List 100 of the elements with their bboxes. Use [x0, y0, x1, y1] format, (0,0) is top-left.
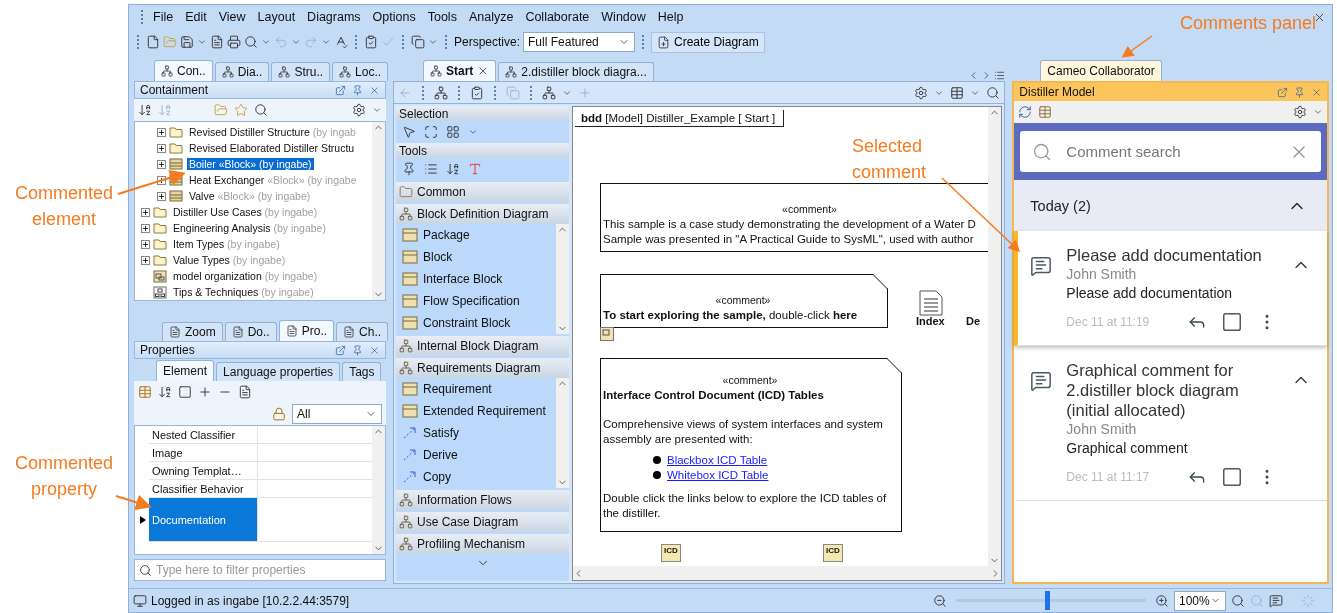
palette-item[interactable]: Extended Requirement	[396, 400, 556, 422]
dropdown-caret-icon[interactable]	[468, 127, 478, 137]
tab-list-icon[interactable]	[994, 70, 1006, 81]
menu-item[interactable]: Diagrams	[301, 7, 367, 27]
expand-icon[interactable]	[141, 223, 150, 233]
resolve-checkbox[interactable]	[1221, 466, 1243, 488]
validate-icon[interactable]	[470, 85, 484, 100]
comment-card[interactable]: Graphical comment for 2.distiller block diagram (initial allocated) John Smith Graphical comment Dec 11 at 11:17	[1014, 346, 1327, 501]
palette-item[interactable]: Satisfy	[396, 422, 556, 444]
tree-icon[interactable]	[161, 65, 173, 77]
tree-item[interactable]: model organization (by ingabe)	[171, 270, 320, 282]
properties-tab[interactable]: Language properties	[216, 362, 341, 381]
menu-item[interactable]: Layout	[251, 7, 302, 27]
search-icon[interactable]	[986, 85, 1001, 100]
stamp-tool-icon[interactable]	[402, 162, 416, 176]
dropdown-caret-icon[interactable]	[372, 105, 382, 115]
pointer-tool-icon[interactable]	[402, 125, 416, 139]
palette-item[interactable]: Copy	[396, 466, 556, 488]
copy-icon[interactable]	[411, 35, 425, 49]
float-icon[interactable]	[335, 344, 346, 356]
tree-item[interactable]: Boiler «Block» (by ingabe)	[187, 158, 314, 170]
document-icon[interactable]	[285, 325, 298, 337]
palette-group-header[interactable]: Profiling Mechanism	[396, 534, 569, 554]
expand-icon[interactable]	[157, 191, 166, 201]
menu-item[interactable]: View	[212, 7, 252, 27]
text-tool-icon[interactable]	[468, 162, 482, 176]
perspective-select[interactable]: Full Featured	[523, 32, 636, 52]
tree-item[interactable]: Valve «Block» (by ingabe)	[187, 190, 313, 202]
close-icon[interactable]	[369, 84, 380, 96]
table-link[interactable]: Blackbox ICD Table	[667, 453, 768, 468]
expand-icon[interactable]	[157, 159, 166, 169]
sort-icon[interactable]	[158, 385, 172, 399]
search-icon[interactable]	[254, 103, 268, 117]
tree-item[interactable]: Item Types (by ingabe)	[171, 238, 282, 250]
panel-tab[interactable]: Do..	[224, 322, 277, 341]
scrollbar[interactable]	[372, 122, 385, 300]
collapse-icon[interactable]	[138, 103, 152, 117]
close-icon[interactable]	[369, 344, 380, 356]
new-diagram-icon[interactable]	[657, 35, 671, 49]
expand-all-icon[interactable]	[158, 103, 172, 117]
menu-item[interactable]: Edit	[179, 7, 213, 27]
float-icon[interactable]	[1277, 86, 1288, 98]
palette-item[interactable]: Block	[396, 246, 556, 268]
panel-tab[interactable]: Zoom	[162, 322, 223, 341]
tree-item[interactable]: Heat Exchanger «Block» (by ingabe	[187, 174, 359, 186]
panel-tab[interactable]: Stru..	[271, 62, 331, 81]
panel-tab[interactable]: Cameo Collaborator	[1040, 60, 1162, 81]
document-icon[interactable]	[210, 35, 224, 49]
comment-note[interactable]: «comment» To start exploring the sample, double-click here	[600, 274, 888, 328]
zoom-select[interactable]: 100%	[1174, 590, 1226, 611]
menu-item[interactable]: Options	[366, 7, 422, 27]
find-icon[interactable]	[244, 35, 258, 49]
editor-tab[interactable]: 2.distiller block diagra...	[498, 62, 654, 81]
spell-check-icon[interactable]	[334, 35, 348, 49]
expand-icon[interactable]	[141, 255, 150, 265]
editor-tab[interactable]: Start	[423, 60, 497, 81]
menu-item[interactable]: Analyze	[462, 7, 520, 27]
comment-search-field[interactable]: Comment search	[1020, 131, 1321, 172]
tree-item[interactable]: Distiller Use Cases (by ingabe)	[171, 206, 320, 218]
panel-tab[interactable]: Dia..	[214, 62, 270, 81]
expand-icon[interactable]	[141, 239, 150, 249]
document-icon[interactable]	[231, 326, 244, 338]
filter-select[interactable]: All	[292, 404, 382, 424]
layout-icon[interactable]	[542, 85, 556, 100]
properties-tab[interactable]: Element	[156, 360, 215, 381]
palette-group-header[interactable]: Common	[396, 182, 569, 202]
palette-group-header[interactable]: Information Flows	[396, 490, 569, 510]
close-icon[interactable]	[1311, 86, 1322, 98]
refresh-icon[interactable]	[1018, 105, 1033, 119]
align-tool-icon[interactable]	[446, 162, 460, 176]
dropdown-caret-icon[interactable]	[261, 37, 271, 47]
validate-icon[interactable]	[364, 35, 378, 49]
grid-select-icon[interactable]	[446, 125, 460, 139]
palette-item[interactable]: Derive	[396, 444, 556, 466]
browser-icon[interactable]	[434, 85, 448, 100]
palette-item[interactable]: Requirement	[396, 378, 556, 400]
pin-icon[interactable]	[352, 344, 363, 356]
dropdown-caret-icon[interactable]	[1313, 107, 1323, 117]
palette-group-header[interactable]: Internal Block Diagram	[396, 336, 569, 356]
menu-item[interactable]: Help	[651, 7, 690, 27]
palette-item[interactable]: Interface Block	[396, 268, 556, 290]
layout-icon[interactable]	[1038, 105, 1053, 119]
notes-icon[interactable]	[238, 385, 252, 399]
check-icon[interactable]	[381, 35, 395, 49]
palette-item[interactable]: Package	[396, 224, 556, 246]
palette-item[interactable]: Constraint Block	[396, 312, 556, 334]
expand-icon[interactable]	[157, 175, 166, 185]
create-diagram-button[interactable]: Create Diagram	[651, 31, 765, 53]
resolve-checkbox[interactable]	[1221, 311, 1243, 333]
tree-icon[interactable]	[221, 66, 234, 78]
scrollbar[interactable]	[372, 426, 385, 554]
zoom-in-icon[interactable]	[1155, 593, 1169, 608]
expand-icon[interactable]	[157, 127, 166, 137]
comment-note[interactable]: «comment» This sample is a case study demonstrating the development of a Water D Sample was presented in "A Practical Guide to SysML", used with author	[600, 183, 989, 252]
star-icon[interactable]	[234, 103, 248, 117]
zoom-fit-icon[interactable]	[1231, 593, 1245, 608]
printer-icon[interactable]	[227, 35, 241, 49]
scrollbar[interactable]	[573, 566, 1002, 580]
menu-item[interactable]: File	[147, 7, 180, 27]
scrollbar[interactable]	[988, 107, 1002, 566]
